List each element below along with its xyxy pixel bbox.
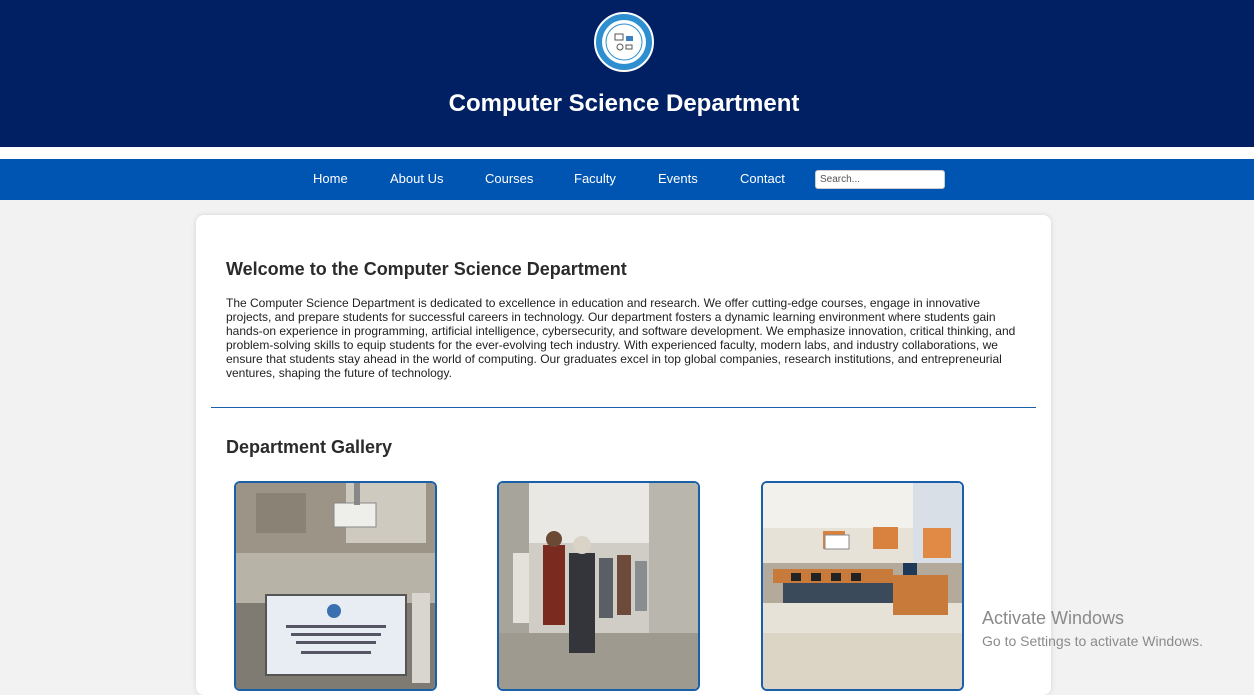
watermark-title: Activate Windows — [982, 608, 1125, 628]
logo-emblem — [602, 20, 646, 64]
nav-courses[interactable]: Courses — [485, 171, 533, 186]
search-input[interactable] — [815, 170, 945, 189]
nav-about-us[interactable]: About Us — [390, 171, 443, 186]
windows-activation-watermark: Activate Windows Go to Settings to activ… — [982, 608, 1203, 649]
site-header: Computer Science Department — [0, 0, 1254, 147]
gallery-image-computer-lab[interactable] — [761, 481, 964, 691]
department-logo[interactable] — [594, 12, 654, 72]
site-title: Computer Science Department — [448, 90, 800, 117]
nav-home[interactable]: Home — [313, 171, 348, 186]
nav-events[interactable]: Events — [658, 171, 698, 186]
nav-faculty[interactable]: Faculty — [574, 171, 616, 186]
main-nav: Home About Us Courses Faculty Events Con… — [0, 159, 1254, 200]
nav-contact[interactable]: Contact — [740, 171, 785, 186]
gallery-heading: Department Gallery — [226, 437, 393, 457]
watermark-subtitle: Go to Settings to activate Windows. — [982, 633, 1203, 649]
gallery-image-faculty-walk[interactable] — [497, 481, 700, 691]
welcome-heading: Welcome to the Computer Science Departme… — [226, 259, 627, 279]
gallery-image-projector[interactable] — [234, 481, 437, 691]
content-card: Welcome to the Computer Science Departme… — [196, 215, 1051, 695]
header-spacer — [0, 147, 1254, 159]
welcome-paragraph: The Computer Science Department is dedic… — [226, 296, 1016, 380]
section-divider — [211, 407, 1036, 408]
